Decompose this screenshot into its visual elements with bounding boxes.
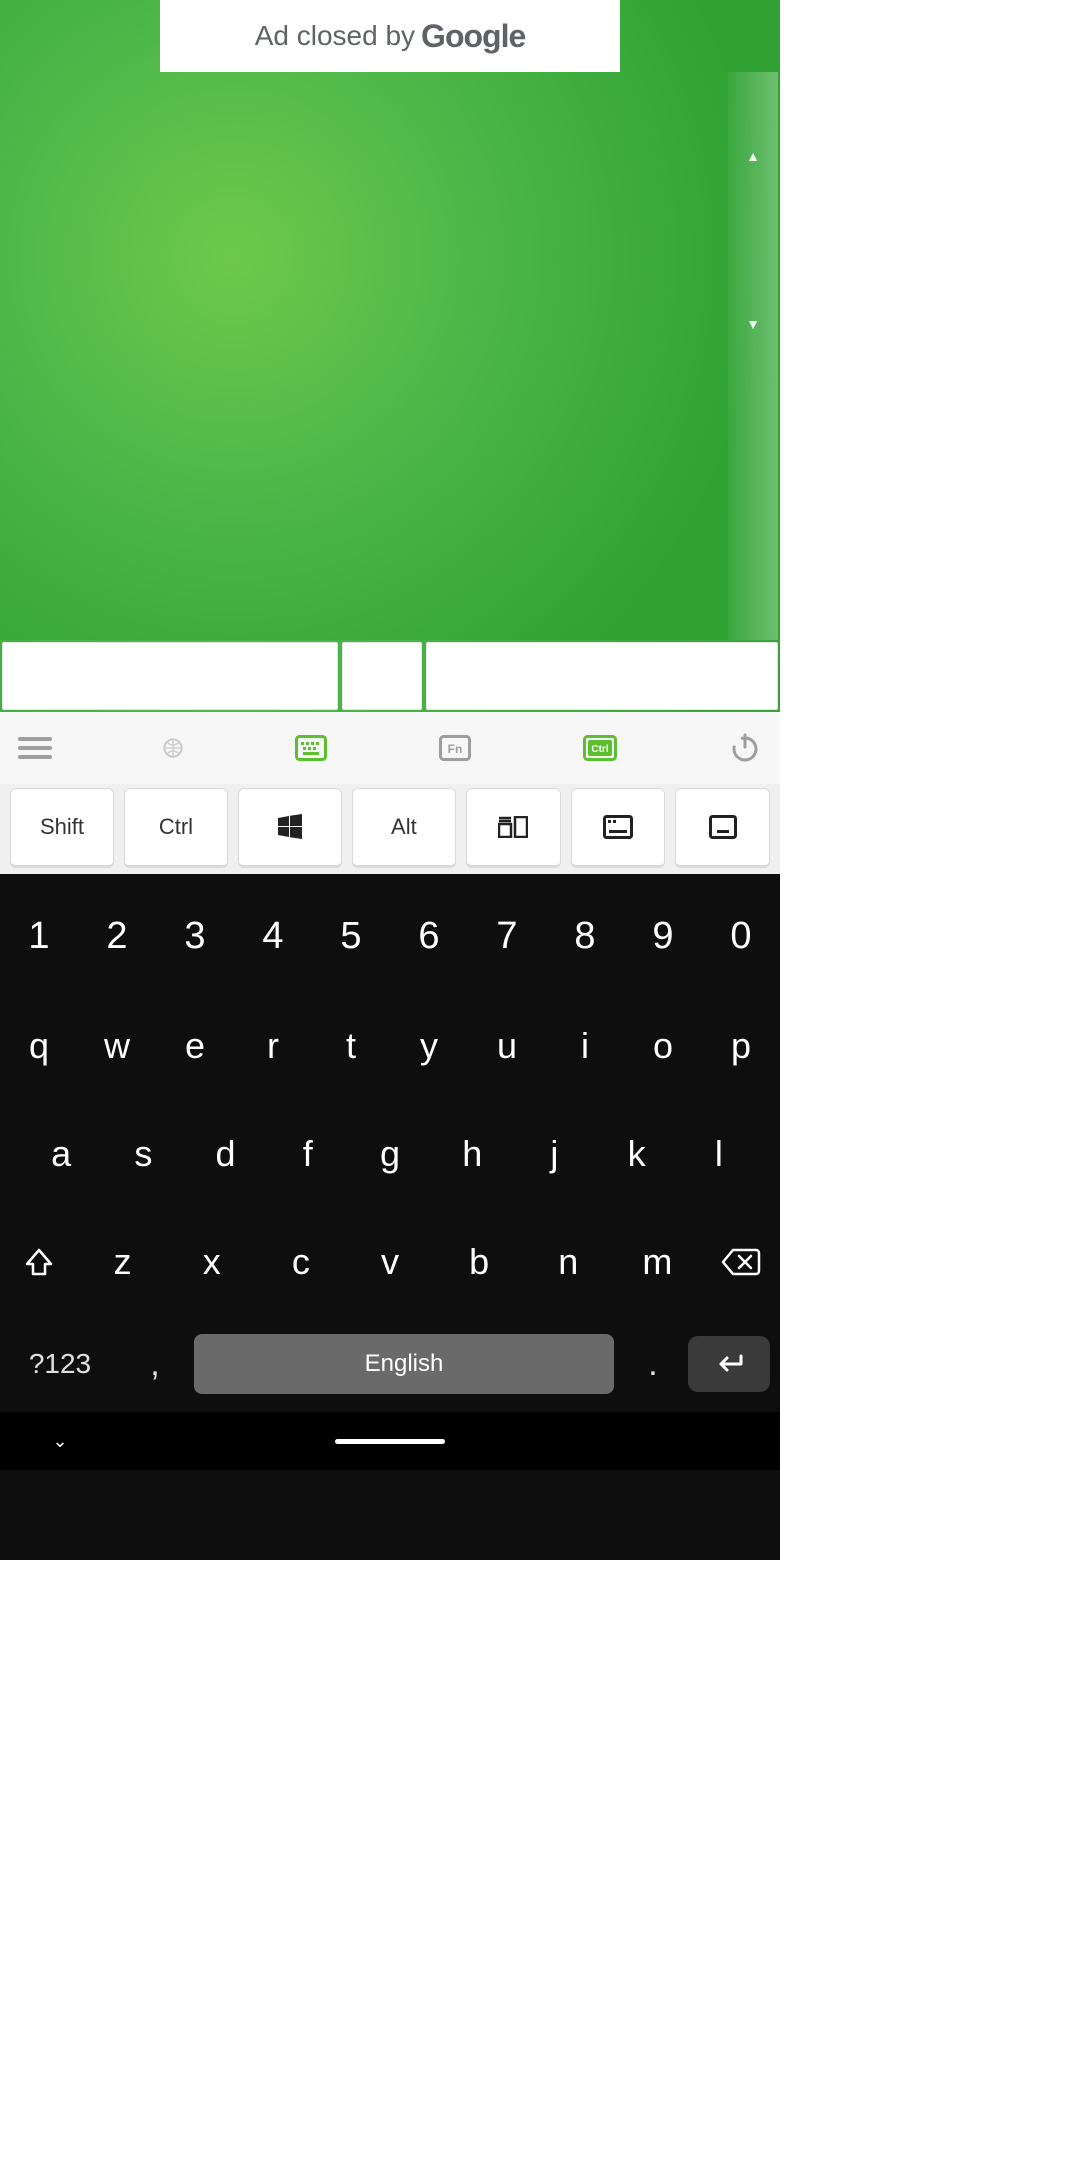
key-s[interactable]: s (102, 1133, 184, 1175)
shift-up-icon (23, 1246, 55, 1278)
mouse-left-button[interactable] (2, 642, 338, 710)
key-p[interactable]: p (702, 1025, 780, 1067)
ad-brand: Google (421, 18, 525, 55)
key-w[interactable]: w (78, 1025, 156, 1067)
menu-icon[interactable] (18, 733, 52, 763)
keyboard-row-qwerty: q w e r t y u i o p (0, 992, 780, 1100)
key-a[interactable]: a (20, 1133, 102, 1175)
key-z[interactable]: z (78, 1241, 167, 1283)
key-l[interactable]: l (678, 1133, 760, 1175)
windows-icon (277, 814, 303, 840)
key-6[interactable]: 6 (390, 915, 468, 962)
key-t[interactable]: t (312, 1025, 390, 1067)
mouse-right-button[interactable] (426, 642, 778, 710)
backspace-key[interactable] (702, 1247, 780, 1277)
key-r[interactable]: r (234, 1025, 312, 1067)
key-2[interactable]: 2 (78, 915, 156, 962)
ctrl-key-label: Ctrl (159, 814, 193, 840)
soft-shift-key[interactable] (0, 1246, 78, 1278)
mouse-buttons-row (0, 640, 780, 712)
key-4[interactable]: 4 (234, 915, 312, 962)
key-i[interactable]: i (546, 1025, 624, 1067)
scroll-down-icon[interactable]: ▼ (746, 316, 760, 332)
enter-icon (713, 1353, 745, 1375)
key-y[interactable]: y (390, 1025, 468, 1067)
key-e[interactable]: e (156, 1025, 234, 1067)
modifier-keys-row: Shift Ctrl Alt (0, 784, 780, 874)
space-label: English (365, 1350, 444, 1378)
key-o[interactable]: o (624, 1025, 702, 1067)
fn-icon[interactable]: Fn (438, 733, 472, 763)
keyboard-row-zxc: z x c v b n m (0, 1208, 780, 1316)
ad-banner[interactable]: Ad closed by Google (160, 0, 620, 72)
symbols-key[interactable]: ?123 (0, 1348, 120, 1380)
app-toolbar: Fn Ctrl (0, 712, 780, 784)
soft-keyboard: 1 2 3 4 5 6 7 8 9 0 q w e r t y u i o p … (0, 874, 780, 1560)
key-9[interactable]: 9 (624, 915, 702, 962)
key-j[interactable]: j (513, 1133, 595, 1175)
mouse-middle-button[interactable] (342, 642, 422, 710)
key-3[interactable]: 3 (156, 915, 234, 962)
key-q[interactable]: q (0, 1025, 78, 1067)
enter-key[interactable] (688, 1336, 770, 1392)
ctrl-key[interactable]: Ctrl (124, 788, 228, 868)
key-7[interactable]: 7 (468, 915, 546, 962)
key-1[interactable]: 1 (0, 915, 78, 962)
key-x[interactable]: x (167, 1241, 256, 1283)
key-m[interactable]: m (613, 1241, 702, 1283)
vertical-scrollbar[interactable]: ▲ ▼ (728, 72, 778, 640)
collapse-keyboard-icon[interactable]: ⌄ (0, 1431, 120, 1452)
comma-key[interactable]: , (120, 1345, 190, 1384)
key-d[interactable]: d (184, 1133, 266, 1175)
key-5[interactable]: 5 (312, 915, 390, 962)
fn-icon-label: Fn (448, 742, 463, 756)
period-key[interactable]: . (618, 1345, 688, 1384)
key-8[interactable]: 8 (546, 915, 624, 962)
alt-key[interactable]: Alt (352, 788, 456, 868)
keyboard-row-numbers: 1 2 3 4 5 6 7 8 9 0 (0, 884, 780, 992)
key-h[interactable]: h (431, 1133, 513, 1175)
key-b[interactable]: b (435, 1241, 524, 1283)
power-icon[interactable] (728, 733, 762, 763)
keyboard-row-space: ?123 , English . (0, 1316, 780, 1412)
show-desktop-icon (709, 815, 737, 839)
key-n[interactable]: n (524, 1241, 613, 1283)
win-key[interactable] (238, 788, 342, 868)
key-g[interactable]: g (349, 1133, 431, 1175)
keyboard-row-asdf: a s d f g h j k l (0, 1100, 780, 1208)
scroll-up-icon[interactable]: ▲ (746, 148, 760, 164)
key-c[interactable]: c (256, 1241, 345, 1283)
key-u[interactable]: u (468, 1025, 546, 1067)
key-v[interactable]: v (345, 1241, 434, 1283)
ad-prefix: Ad closed by (255, 20, 415, 52)
virtual-keyboard-icon[interactable] (294, 733, 328, 763)
space-key[interactable]: English (194, 1334, 614, 1394)
keyboard-lower-icon (603, 815, 633, 839)
ctrl-icon[interactable]: Ctrl (583, 733, 617, 763)
ctrl-icon-label: Ctrl (592, 744, 609, 755)
key-f[interactable]: f (267, 1133, 349, 1175)
shift-key-label: Shift (40, 814, 84, 840)
keyboard-lower-key[interactable] (571, 788, 666, 868)
task-view-key[interactable] (466, 788, 561, 868)
shift-key[interactable]: Shift (10, 788, 114, 868)
backspace-icon (721, 1247, 761, 1277)
system-nav-bar: ⌄ (0, 1412, 780, 1470)
show-desktop-key[interactable] (675, 788, 770, 868)
key-0[interactable]: 0 (702, 915, 780, 962)
gesture-handle[interactable] (335, 1439, 445, 1444)
task-view-icon (498, 816, 528, 838)
alt-key-label: Alt (391, 814, 417, 840)
remote-desktop[interactable]: Ad closed by Google ▲ ▼ (0, 0, 780, 640)
globe-icon[interactable] (163, 733, 183, 763)
key-k[interactable]: k (596, 1133, 678, 1175)
